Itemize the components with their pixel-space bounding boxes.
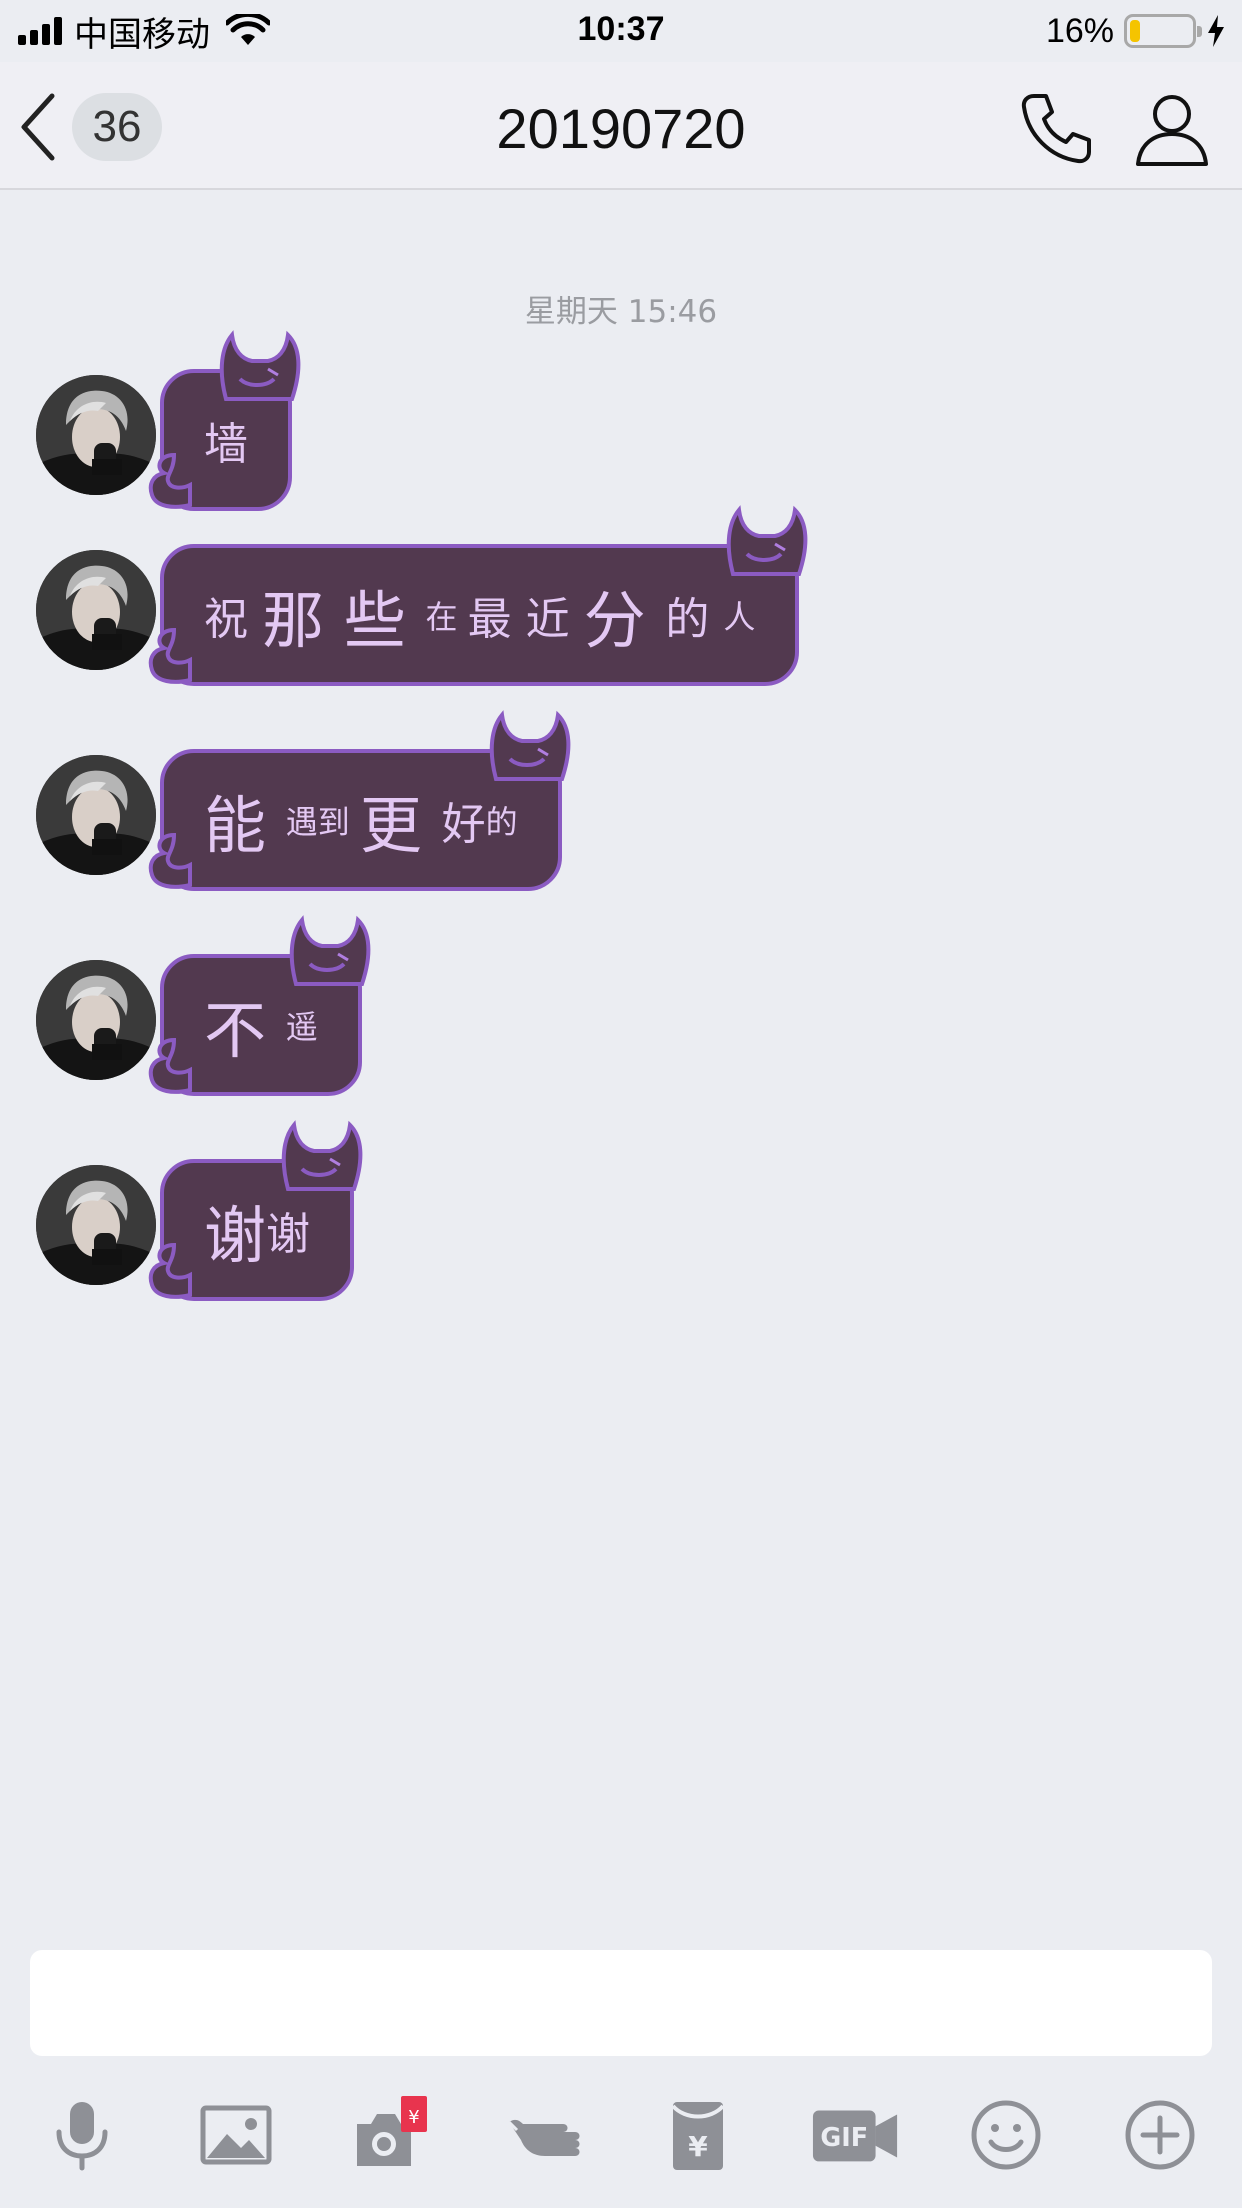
profile-button[interactable] — [1132, 88, 1212, 173]
input-toolbar: ¥ ¥ GIF — [0, 2090, 1242, 2180]
message-text-segment: 最 — [467, 594, 526, 645]
message-text-segment: 那 — [262, 584, 344, 657]
battery-fill — [1130, 20, 1140, 42]
message-text-segment: 好 — [441, 799, 486, 850]
message-text-segment: 祝 — [204, 594, 262, 645]
message-input[interactable] — [30, 1950, 1212, 2056]
camera-button[interactable]: ¥ — [350, 2090, 430, 2180]
message-text-segment: 在 — [425, 598, 468, 636]
charging-bolt-icon — [1208, 15, 1224, 47]
message-text-segment: 墙 — [204, 419, 248, 470]
bubble-tail-icon — [134, 1034, 192, 1098]
message-text-segment: 遇到 — [285, 803, 360, 841]
message-bubble[interactable]: 谢谢 — [148, 1120, 363, 1301]
image-icon — [200, 2105, 272, 2165]
message-text-segment: 谢 — [204, 1199, 267, 1272]
bubble-tail-icon — [134, 829, 192, 893]
message-text-segment: 更 — [359, 789, 442, 862]
message-row: 能 遇到 更 好的 — [0, 710, 1242, 915]
message-row: 祝 那 些 在 最 近 分 的 人 — [0, 505, 1242, 710]
message-text-segment: 能 — [204, 789, 286, 862]
devil-horns-icon — [482, 709, 574, 785]
message-row: 谢谢 — [0, 1120, 1242, 1325]
gif-button[interactable]: GIF — [810, 2090, 902, 2180]
message-row: 不 遥 — [0, 915, 1242, 1120]
photo-button[interactable] — [196, 2090, 276, 2180]
bubble-tail-icon — [134, 1239, 192, 1303]
person-icon — [1136, 95, 1208, 166]
gif-icon: GIF — [812, 2110, 898, 2162]
gif-label: GIF — [820, 2122, 868, 2152]
status-bar: 中国移动 10:37 16% — [0, 0, 1242, 62]
message-timestamp: 星期天 15:46 — [524, 294, 718, 330]
bubble-tail-icon — [134, 449, 192, 513]
red-envelope-icon: ¥ — [671, 2102, 725, 2170]
message-bubble[interactable]: 祝 那 些 在 最 近 分 的 人 — [148, 505, 808, 686]
message-text-segment: 的 — [665, 594, 724, 645]
plus-icon — [1125, 2100, 1195, 2170]
poke-hand-icon — [507, 2119, 580, 2156]
bubble-tail-icon — [134, 624, 192, 688]
message-text-segment: 分 — [583, 584, 666, 657]
devil-horns-icon — [212, 329, 304, 405]
devil-horns-icon — [274, 1119, 366, 1195]
nav-bar: 36 20190720 — [0, 62, 1242, 190]
message-text-segment: 近 — [525, 594, 584, 645]
microphone-icon — [56, 2102, 108, 2171]
message-text-segment: 人 — [723, 598, 756, 636]
battery-icon — [1124, 14, 1202, 48]
message-text-segment: 遥 — [285, 1008, 318, 1046]
emoji-icon — [971, 2100, 1041, 2170]
message-text-segment: 些 — [343, 584, 426, 657]
poke-button[interactable] — [504, 2090, 584, 2180]
battery-percent: 16% — [1045, 11, 1114, 50]
message-row: 墙 — [0, 330, 1242, 535]
emoji-button[interactable] — [966, 2090, 1046, 2180]
voice-button[interactable] — [42, 2090, 122, 2180]
devil-horns-icon — [282, 914, 374, 990]
red-packet-symbol: ¥ — [408, 2107, 419, 2128]
message-text-segment: 的 — [485, 803, 518, 841]
message-bubble[interactable]: 能 遇到 更 好的 — [148, 710, 571, 891]
devil-horns-icon — [719, 504, 811, 580]
message-text-segment: 不 — [204, 994, 286, 1067]
phone-icon — [1021, 94, 1091, 164]
envelope-symbol: ¥ — [688, 2130, 708, 2163]
message-text-segment: 谢 — [266, 1209, 311, 1260]
more-button[interactable] — [1120, 2090, 1200, 2180]
call-button[interactable] — [1016, 88, 1096, 173]
message-bubble[interactable]: 墙 — [148, 330, 301, 511]
status-right: 16% — [1046, 10, 1226, 52]
message-bubble[interactable]: 不 遥 — [148, 915, 371, 1096]
camera-redpacket-icon: ¥ — [357, 2096, 427, 2166]
nav-actions — [1016, 88, 1212, 173]
red-envelope-button[interactable]: ¥ — [658, 2090, 738, 2180]
